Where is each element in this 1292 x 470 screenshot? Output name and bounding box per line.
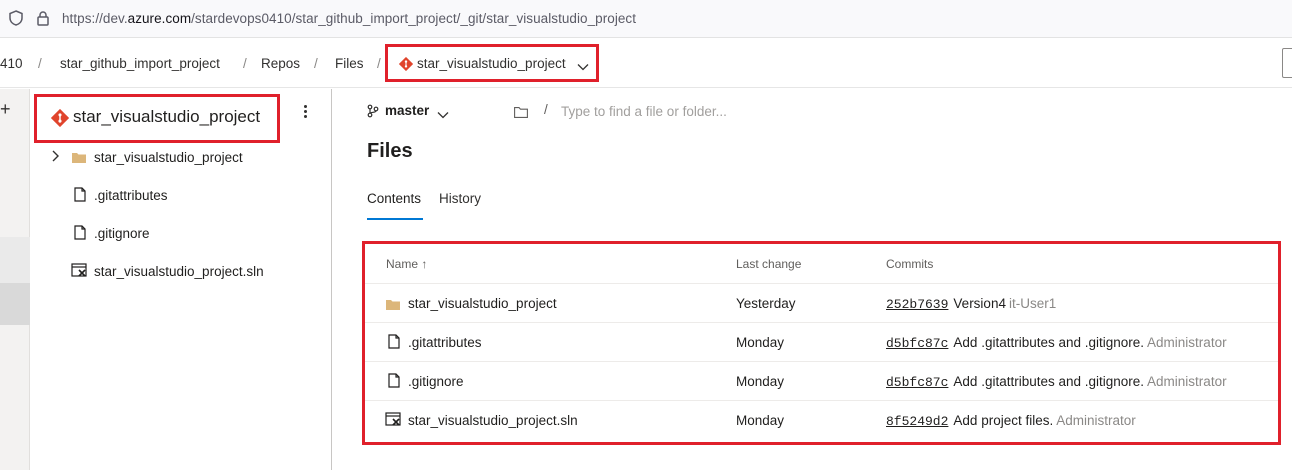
url-domain: azure.com bbox=[127, 11, 192, 26]
file-icon bbox=[74, 225, 86, 243]
file-icon bbox=[74, 187, 86, 205]
file-tree-panel: star_visualstudio_project star_visualstu… bbox=[31, 89, 332, 470]
browser-url-bar[interactable]: https://dev.azure.com/stardevops0410/sta… bbox=[0, 0, 1292, 38]
commit-author: Administrator bbox=[1056, 413, 1136, 428]
chevron-right-icon[interactable] bbox=[51, 150, 60, 165]
table-row[interactable]: .gitattributes Monday d5bfc87c Add .gitat… bbox=[365, 323, 1278, 362]
breadcrumb-project[interactable]: star_github_import_project bbox=[60, 56, 220, 71]
row-name-label: .gitattributes bbox=[408, 335, 482, 350]
breadcrumb: 410 / star_github_import_project / Repos… bbox=[0, 39, 1292, 88]
chevron-down-icon[interactable] bbox=[437, 106, 449, 124]
commit-author: Administrator bbox=[1147, 374, 1227, 389]
repo-selector[interactable]: star_visualstudio_project bbox=[385, 44, 599, 82]
file-icon bbox=[388, 334, 400, 352]
row-last-change: Monday bbox=[736, 374, 785, 389]
file-icon bbox=[388, 373, 400, 391]
row-commit: d5bfc87c Add .gitattributes and .gitignor… bbox=[886, 335, 1227, 351]
commit-hash-link[interactable]: 252b7639 bbox=[886, 297, 948, 312]
commit-message: Add project files. bbox=[953, 413, 1054, 428]
branch-name: master bbox=[385, 103, 430, 118]
row-name[interactable]: .gitattributes bbox=[388, 334, 482, 350]
breadcrumb-separator: / bbox=[243, 56, 247, 71]
row-name[interactable]: star_visualstudio_project bbox=[386, 296, 557, 311]
breadcrumb-org[interactable]: 410 bbox=[0, 56, 23, 71]
row-commit: d5bfc87c Add .gitattributes and .gitignor… bbox=[886, 374, 1227, 390]
table-header: Name ↑ Last change Commits bbox=[365, 244, 1278, 284]
commit-hash-link[interactable]: 8f5249d2 bbox=[886, 414, 948, 429]
files-table: Name ↑ Last change Commits star_visualst… bbox=[362, 241, 1281, 445]
tree-item-folder[interactable]: star_visualstudio_project bbox=[51, 147, 311, 169]
rail-item-selected[interactable] bbox=[0, 283, 30, 325]
tree-item-file[interactable]: .gitattributes bbox=[74, 185, 304, 207]
tree-repo-header[interactable]: star_visualstudio_project bbox=[34, 94, 280, 143]
url-path: /stardevops0410/star_github_import_proje… bbox=[191, 11, 637, 26]
shield-icon[interactable] bbox=[9, 10, 23, 31]
tree-item-label: .gitattributes bbox=[94, 188, 168, 203]
table-row[interactable]: .gitignore Monday d5bfc87c Add .gitattrib… bbox=[365, 362, 1278, 401]
commit-hash-link[interactable]: d5bfc87c bbox=[886, 375, 948, 390]
folder-outline-icon[interactable] bbox=[514, 105, 528, 123]
tree-item-file[interactable]: star_visualstudio_project.sln bbox=[71, 261, 311, 283]
row-last-change: Yesterday bbox=[736, 296, 796, 311]
repo-selector-label: star_visualstudio_project bbox=[417, 56, 566, 71]
breadcrumb-separator: / bbox=[377, 56, 381, 71]
commit-message: Add .gitattributes and .gitignore. bbox=[953, 374, 1145, 389]
path-separator: / bbox=[544, 102, 548, 117]
url-text[interactable]: https://dev.azure.com/stardevops0410/sta… bbox=[62, 11, 636, 26]
column-header-last-change[interactable]: Last change bbox=[736, 257, 801, 271]
row-last-change: Monday bbox=[736, 335, 785, 350]
chevron-down-icon bbox=[577, 58, 589, 76]
sort-ascending-icon: ↑ bbox=[421, 257, 428, 271]
row-name-label: star_visualstudio_project.sln bbox=[408, 413, 578, 428]
row-last-change: Monday bbox=[736, 413, 785, 428]
more-options-icon[interactable] bbox=[301, 103, 309, 121]
commit-author: it-User1 bbox=[1008, 296, 1057, 311]
folder-icon bbox=[72, 151, 86, 166]
main-content: master / Files Contents History Name ↑ L… bbox=[333, 89, 1292, 470]
row-commit: 252b7639 Version4 it-User1 bbox=[886, 296, 1056, 312]
column-header-name[interactable]: Name ↑ bbox=[386, 257, 427, 271]
breadcrumb-separator: / bbox=[314, 56, 318, 71]
tree-repo-name: star_visualstudio_project bbox=[73, 107, 261, 126]
tree-item-label: .gitignore bbox=[94, 226, 150, 241]
tree-item-label: star_visualstudio_project bbox=[94, 150, 243, 165]
breadcrumb-files[interactable]: Files bbox=[335, 56, 364, 71]
row-commit: 8f5249d2 Add project files. Administrator bbox=[886, 413, 1136, 429]
git-repo-icon bbox=[50, 108, 70, 132]
branch-icon bbox=[367, 104, 379, 123]
commit-message: Add .gitattributes and .gitignore. bbox=[953, 335, 1145, 350]
commit-message: Version4 bbox=[953, 296, 1006, 311]
solution-file-icon bbox=[71, 263, 88, 281]
active-tab-indicator bbox=[367, 218, 423, 220]
lock-icon[interactable] bbox=[36, 10, 50, 31]
row-name-label: star_visualstudio_project bbox=[408, 296, 557, 311]
path-search-input[interactable] bbox=[561, 100, 861, 122]
solution-file-icon bbox=[385, 412, 402, 430]
tab-history[interactable]: History bbox=[439, 191, 481, 206]
left-rail: + bbox=[0, 89, 30, 470]
tree-item-file[interactable]: .gitignore bbox=[74, 223, 304, 245]
git-repo-icon bbox=[398, 56, 414, 76]
column-header-label: Name bbox=[386, 257, 419, 271]
page-title: Files bbox=[367, 140, 413, 162]
row-name-label: .gitignore bbox=[408, 374, 464, 389]
rail-item[interactable] bbox=[0, 237, 30, 283]
plus-icon[interactable]: + bbox=[0, 99, 11, 120]
breadcrumb-repos[interactable]: Repos bbox=[261, 56, 300, 71]
commit-hash-link[interactable]: d5bfc87c bbox=[886, 336, 948, 351]
tab-contents[interactable]: Contents bbox=[367, 191, 421, 206]
tree-item-label: star_visualstudio_project.sln bbox=[94, 264, 264, 279]
row-name[interactable]: .gitignore bbox=[388, 373, 464, 389]
column-header-commits[interactable]: Commits bbox=[886, 257, 933, 271]
commit-author: Administrator bbox=[1147, 335, 1227, 350]
breadcrumb-separator: / bbox=[38, 56, 42, 71]
row-name[interactable]: star_visualstudio_project.sln bbox=[385, 412, 578, 428]
table-row[interactable]: star_visualstudio_project.sln Monday 8f5… bbox=[365, 401, 1278, 440]
header-action-button[interactable] bbox=[1282, 48, 1292, 78]
url-prefix: https://dev. bbox=[62, 11, 128, 26]
table-row[interactable]: star_visualstudio_project Yesterday 252b… bbox=[365, 284, 1278, 323]
folder-icon bbox=[386, 298, 400, 313]
